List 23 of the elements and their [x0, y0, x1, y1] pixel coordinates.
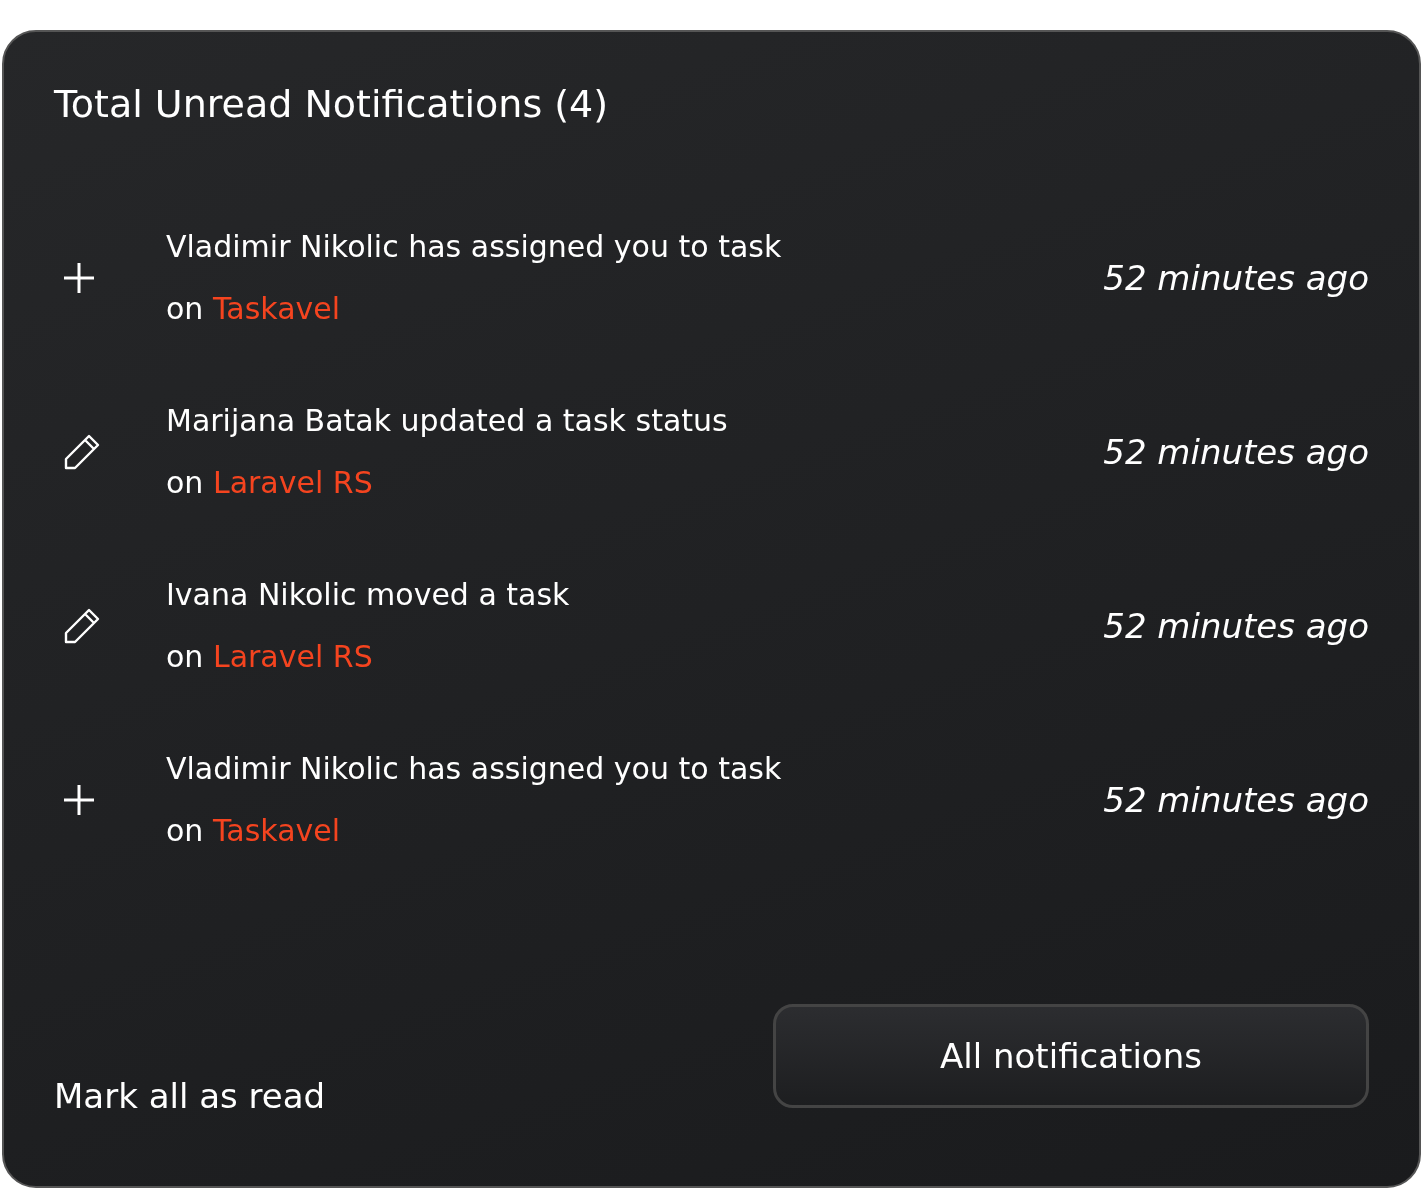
project-prefix: on	[166, 291, 204, 326]
project-prefix: on	[166, 639, 204, 674]
all-notifications-button[interactable]: All notifications	[773, 1004, 1369, 1108]
project-link[interactable]: Laravel RS	[212, 465, 373, 500]
mark-all-read-link[interactable]: Mark all as read	[54, 1076, 326, 1116]
notification-time: 52 minutes ago	[1103, 780, 1369, 820]
notification-text: Ivana Nikolic moved a task	[166, 576, 570, 614]
plus-icon	[62, 261, 96, 295]
notification-text: Marijana Batak updated a task status	[166, 402, 728, 440]
notification-time: 52 minutes ago	[1103, 606, 1369, 646]
notification-text: Vladimir Nikolic has assigned you to task	[166, 228, 782, 266]
project-link[interactable]: Laravel RS	[212, 639, 373, 674]
panel-title: Total Unread Notifications (4)	[54, 82, 609, 126]
project-prefix: on	[166, 813, 204, 848]
pencil-icon	[62, 606, 102, 646]
notification-text: Vladimir Nikolic has assigned you to task	[166, 750, 782, 788]
pencil-icon	[62, 432, 102, 472]
project-link[interactable]: Taskavel	[212, 291, 341, 326]
plus-icon	[62, 783, 96, 817]
notification-time: 52 minutes ago	[1103, 432, 1369, 472]
notification-time: 52 minutes ago	[1103, 258, 1369, 298]
project-link[interactable]: Taskavel	[212, 813, 341, 848]
project-prefix: on	[166, 465, 204, 500]
